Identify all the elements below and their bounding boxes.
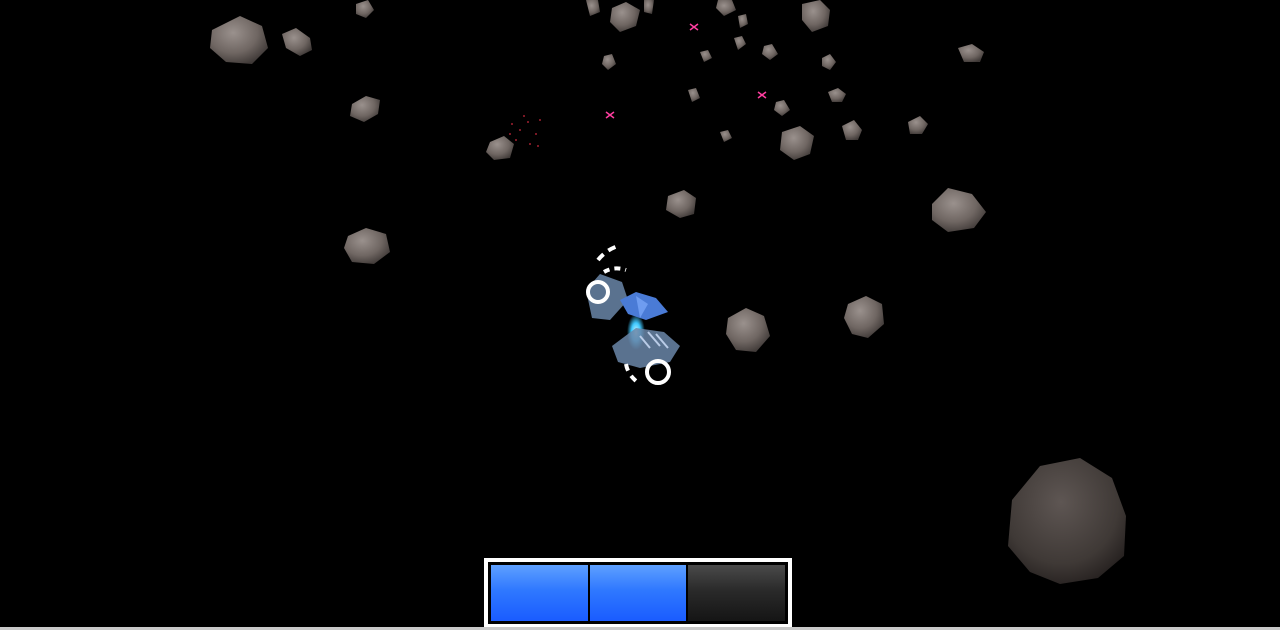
asteroid <box>586 0 600 16</box>
energy-cell-1 <box>491 565 588 621</box>
asteroid <box>350 96 380 122</box>
asteroid <box>762 44 778 60</box>
spark-icon <box>689 23 699 31</box>
energy-cell-3 <box>688 565 786 621</box>
drone-icon <box>612 328 680 368</box>
large-asteroid <box>1008 458 1126 584</box>
asteroid <box>700 50 712 62</box>
asteroid <box>716 0 736 16</box>
asteroid <box>932 188 986 232</box>
spark-icon <box>757 91 767 99</box>
asteroid <box>688 88 700 102</box>
asteroid <box>828 88 846 102</box>
asteroid <box>780 126 814 160</box>
escort-drone-left <box>586 244 628 320</box>
asteroid <box>666 190 696 218</box>
asteroid <box>644 0 654 14</box>
asteroid <box>908 116 928 134</box>
asteroid <box>738 14 748 28</box>
spark-icon <box>605 111 615 119</box>
asteroid <box>842 120 862 140</box>
space-field <box>210 0 1126 584</box>
asteroid <box>734 36 746 50</box>
game-viewport[interactable] <box>0 0 1280 630</box>
energy-bar <box>484 558 792 628</box>
asteroid <box>610 2 640 32</box>
escort-drone-right <box>612 328 680 386</box>
asteroid <box>602 54 616 70</box>
asteroid <box>802 0 830 32</box>
asteroid <box>822 54 836 70</box>
asteroid <box>356 0 374 18</box>
asteroid <box>282 28 312 56</box>
player-group[interactable] <box>586 244 680 386</box>
asteroid <box>726 308 770 352</box>
asteroid <box>774 100 790 116</box>
asteroid <box>486 136 514 160</box>
asteroid <box>344 228 390 264</box>
explosion-dust <box>509 115 541 147</box>
energy-cell-2 <box>589 565 687 621</box>
asteroid <box>844 296 884 338</box>
asteroid <box>720 130 732 142</box>
asteroid <box>958 44 984 62</box>
asteroid <box>210 16 268 64</box>
